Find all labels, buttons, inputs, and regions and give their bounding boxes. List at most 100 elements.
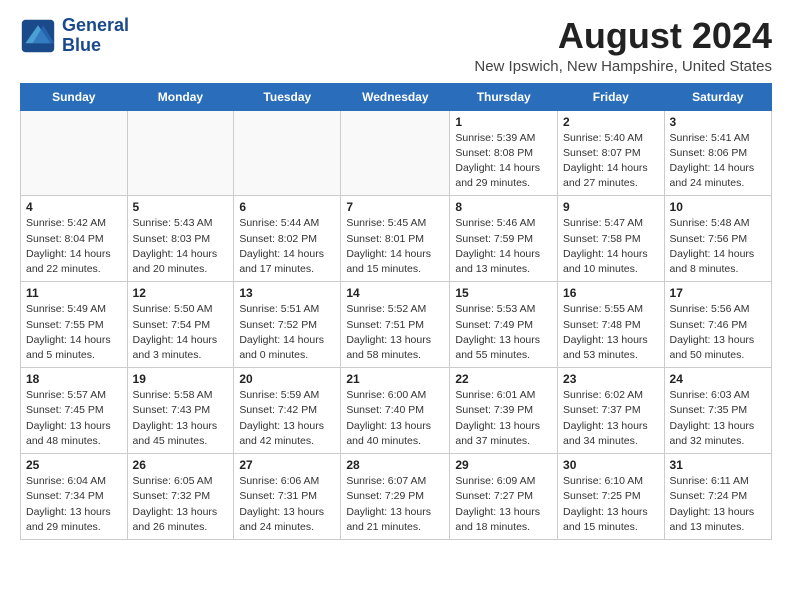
calendar-cell: 22 Sunrise: 6:01 AM Sunset: 7:39 PM Dayli…: [450, 368, 558, 454]
day-number: 3: [670, 115, 766, 129]
calendar-week-row: 18Sunrise: 5:57 AM Sunset: 7:45 PM Dayli…: [21, 368, 772, 454]
day-info: Sunrise: 5:41 AM Sunset: 8:06 PM Dayligh…: [670, 131, 766, 192]
calendar-week-row: 4Sunrise: 5:42 AM Sunset: 8:04 PM Daylig…: [21, 196, 772, 282]
day-number: 24: [670, 372, 766, 386]
calendar-cell: 3 Sunrise: 5:41 AM Sunset: 8:06 PM Daylig…: [664, 110, 771, 196]
calendar-cell: 6 Sunrise: 5:44 AM Sunset: 8:02 PM Daylig…: [234, 196, 341, 282]
day-number: 6: [239, 200, 335, 214]
day-number: 21: [346, 372, 444, 386]
day-info: Sunrise: 5:47 AM Sunset: 7:58 PM Dayligh…: [563, 216, 659, 277]
logo-line1: General: [62, 16, 129, 36]
day-number: 20: [239, 372, 335, 386]
main-title: August 2024: [474, 16, 772, 56]
calendar-cell: 2 Sunrise: 5:40 AM Sunset: 8:07 PM Daylig…: [558, 110, 665, 196]
calendar-cell: [341, 110, 450, 196]
day-info: Sunrise: 5:45 AM Sunset: 8:01 PM Dayligh…: [346, 216, 444, 277]
calendar-cell: 30Sunrise: 6:10 AM Sunset: 7:25 PM Dayli…: [558, 454, 665, 540]
day-number: 29: [455, 458, 552, 472]
day-number: 2: [563, 115, 659, 129]
day-number: 23: [563, 372, 659, 386]
day-number: 5: [133, 200, 229, 214]
day-info: Sunrise: 6:05 AM Sunset: 7:32 PM Dayligh…: [133, 474, 229, 535]
calendar-cell: 16 Sunrise: 5:55 AM Sunset: 7:48 PM Dayli…: [558, 282, 665, 368]
calendar-cell: 29 Sunrise: 6:09 AM Sunset: 7:27 PM Dayli…: [450, 454, 558, 540]
calendar-week-row: 25 Sunrise: 6:04 AM Sunset: 7:34 PM Dayli…: [21, 454, 772, 540]
day-number: 8: [455, 200, 552, 214]
day-number: 17: [670, 286, 766, 300]
day-number: 26: [133, 458, 229, 472]
day-info: Sunrise: 6:03 AM Sunset: 7:35 PM Dayligh…: [670, 388, 766, 449]
day-info: Sunrise: 5:48 AM Sunset: 7:56 PM Dayligh…: [670, 216, 766, 277]
calendar-cell: [127, 110, 234, 196]
day-number: 16: [563, 286, 659, 300]
calendar-cell: 28Sunrise: 6:07 AM Sunset: 7:29 PM Dayli…: [341, 454, 450, 540]
day-info: Sunrise: 6:11 AM Sunset: 7:24 PM Dayligh…: [670, 474, 766, 535]
header: General Blue August 2024 New Ipswich, Ne…: [20, 16, 772, 75]
title-area: August 2024 New Ipswich, New Hampshire, …: [474, 16, 772, 75]
day-info: Sunrise: 5:50 AM Sunset: 7:54 PM Dayligh…: [133, 302, 229, 363]
weekday-header-tuesday: Tuesday: [234, 83, 341, 110]
calendar-body: 1 Sunrise: 5:39 AM Sunset: 8:08 PM Daylig…: [21, 110, 772, 539]
day-info: Sunrise: 6:04 AM Sunset: 7:34 PM Dayligh…: [26, 474, 122, 535]
day-info: Sunrise: 5:49 AM Sunset: 7:55 PM Dayligh…: [26, 302, 122, 363]
day-number: 12: [133, 286, 229, 300]
day-number: 1: [455, 115, 552, 129]
calendar-cell: [234, 110, 341, 196]
calendar-cell: 18Sunrise: 5:57 AM Sunset: 7:45 PM Dayli…: [21, 368, 128, 454]
day-info: Sunrise: 5:40 AM Sunset: 8:07 PM Dayligh…: [563, 131, 659, 192]
calendar-cell: 11Sunrise: 5:49 AM Sunset: 7:55 PM Dayli…: [21, 282, 128, 368]
day-number: 14: [346, 286, 444, 300]
calendar-cell: 26 Sunrise: 6:05 AM Sunset: 7:32 PM Dayli…: [127, 454, 234, 540]
day-info: Sunrise: 5:56 AM Sunset: 7:46 PM Dayligh…: [670, 302, 766, 363]
calendar-cell: 17 Sunrise: 5:56 AM Sunset: 7:46 PM Dayli…: [664, 282, 771, 368]
calendar-cell: 24 Sunrise: 6:03 AM Sunset: 7:35 PM Dayli…: [664, 368, 771, 454]
calendar-cell: 15 Sunrise: 5:53 AM Sunset: 7:49 PM Dayli…: [450, 282, 558, 368]
day-info: Sunrise: 5:53 AM Sunset: 7:49 PM Dayligh…: [455, 302, 552, 363]
day-info: Sunrise: 6:00 AM Sunset: 7:40 PM Dayligh…: [346, 388, 444, 449]
day-info: Sunrise: 6:09 AM Sunset: 7:27 PM Dayligh…: [455, 474, 552, 535]
day-info: Sunrise: 5:44 AM Sunset: 8:02 PM Dayligh…: [239, 216, 335, 277]
calendar-cell: 19Sunrise: 5:58 AM Sunset: 7:43 PM Dayli…: [127, 368, 234, 454]
day-number: 22: [455, 372, 552, 386]
calendar-cell: 20 Sunrise: 5:59 AM Sunset: 7:42 PM Dayli…: [234, 368, 341, 454]
day-number: 15: [455, 286, 552, 300]
calendar-cell: 31 Sunrise: 6:11 AM Sunset: 7:24 PM Dayli…: [664, 454, 771, 540]
day-info: Sunrise: 5:59 AM Sunset: 7:42 PM Dayligh…: [239, 388, 335, 449]
calendar-cell: 27Sunrise: 6:06 AM Sunset: 7:31 PM Dayli…: [234, 454, 341, 540]
day-number: 4: [26, 200, 122, 214]
day-info: Sunrise: 5:51 AM Sunset: 7:52 PM Dayligh…: [239, 302, 335, 363]
weekday-header-saturday: Saturday: [664, 83, 771, 110]
calendar-cell: 23Sunrise: 6:02 AM Sunset: 7:37 PM Dayli…: [558, 368, 665, 454]
calendar-week-row: 11Sunrise: 5:49 AM Sunset: 7:55 PM Dayli…: [21, 282, 772, 368]
calendar-cell: 7Sunrise: 5:45 AM Sunset: 8:01 PM Daylig…: [341, 196, 450, 282]
logo-text: General Blue: [62, 16, 129, 56]
weekday-header-wednesday: Wednesday: [341, 83, 450, 110]
day-number: 10: [670, 200, 766, 214]
day-number: 25: [26, 458, 122, 472]
calendar-table: SundayMondayTuesdayWednesdayThursdayFrid…: [20, 83, 772, 540]
day-info: Sunrise: 5:52 AM Sunset: 7:51 PM Dayligh…: [346, 302, 444, 363]
day-info: Sunrise: 6:01 AM Sunset: 7:39 PM Dayligh…: [455, 388, 552, 449]
day-info: Sunrise: 5:57 AM Sunset: 7:45 PM Dayligh…: [26, 388, 122, 449]
weekday-header-sunday: Sunday: [21, 83, 128, 110]
calendar-cell: 21 Sunrise: 6:00 AM Sunset: 7:40 PM Dayli…: [341, 368, 450, 454]
day-info: Sunrise: 5:55 AM Sunset: 7:48 PM Dayligh…: [563, 302, 659, 363]
day-number: 31: [670, 458, 766, 472]
calendar-cell: 25 Sunrise: 6:04 AM Sunset: 7:34 PM Dayli…: [21, 454, 128, 540]
calendar-cell: [21, 110, 128, 196]
day-info: Sunrise: 5:46 AM Sunset: 7:59 PM Dayligh…: [455, 216, 552, 277]
calendar-cell: 5Sunrise: 5:43 AM Sunset: 8:03 PM Daylig…: [127, 196, 234, 282]
calendar-cell: 10 Sunrise: 5:48 AM Sunset: 7:56 PM Dayli…: [664, 196, 771, 282]
calendar-cell: 8 Sunrise: 5:46 AM Sunset: 7:59 PM Daylig…: [450, 196, 558, 282]
calendar-cell: 4Sunrise: 5:42 AM Sunset: 8:04 PM Daylig…: [21, 196, 128, 282]
weekday-header-monday: Monday: [127, 83, 234, 110]
logo-line2: Blue: [62, 36, 129, 56]
day-number: 13: [239, 286, 335, 300]
calendar-header: SundayMondayTuesdayWednesdayThursdayFrid…: [21, 83, 772, 110]
day-info: Sunrise: 6:07 AM Sunset: 7:29 PM Dayligh…: [346, 474, 444, 535]
calendar-cell: 12 Sunrise: 5:50 AM Sunset: 7:54 PM Dayli…: [127, 282, 234, 368]
weekday-header-friday: Friday: [558, 83, 665, 110]
weekday-header-row: SundayMondayTuesdayWednesdayThursdayFrid…: [21, 83, 772, 110]
weekday-header-thursday: Thursday: [450, 83, 558, 110]
day-info: Sunrise: 5:39 AM Sunset: 8:08 PM Dayligh…: [455, 131, 552, 192]
